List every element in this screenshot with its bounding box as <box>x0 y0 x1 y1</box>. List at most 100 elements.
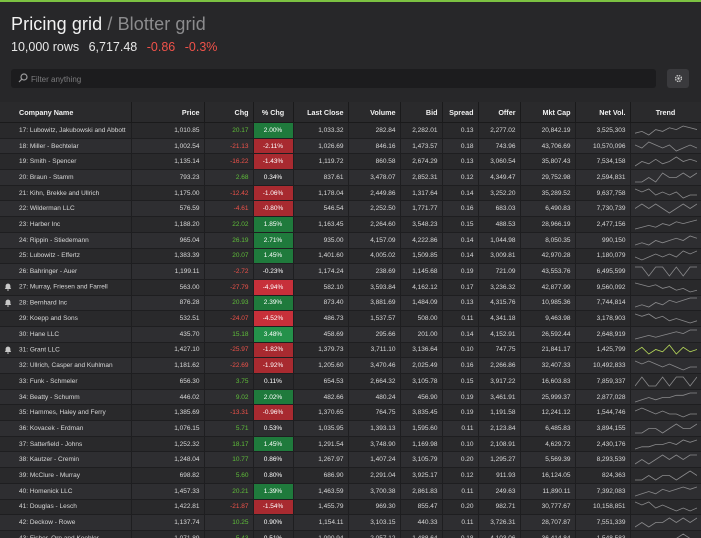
table-row[interactable]: 35: Hammes, Haley and Ferry 1,385.69 -13.3… <box>0 404 701 422</box>
filter-input[interactable] <box>29 70 633 88</box>
last-close-cell: 546.54 <box>293 200 349 218</box>
trend-cell <box>630 420 701 437</box>
table-row[interactable]: 32: Ullrich, Casper and Kuhlman 1,181.62-… <box>0 357 701 374</box>
last-close-cell: 1,291.54 <box>293 436 349 453</box>
price-cell: 1,199.11 <box>131 263 205 280</box>
table-row[interactable]: 29: Koepp and Sons 532.51 -24.07 -4.52% 486.… <box>0 310 701 327</box>
company-name-text: 37: Satterfield - Johns <box>19 440 83 448</box>
company-name-text: 39: McClure - Murray <box>19 471 81 479</box>
price-cell: 698.82 <box>131 467 205 484</box>
top-accent-bar <box>0 0 701 2</box>
col-header-company[interactable]: Company Name <box>0 102 132 123</box>
table-row[interactable]: 31: Grant LLC 1,427.10 -25.97 -1.82% 1,379.7… <box>0 342 701 359</box>
company-name-text: 30: Hane LLC <box>19 330 60 338</box>
last-close-cell: 686.90 <box>293 467 349 484</box>
chg-cell: -25.97 <box>204 342 254 359</box>
trend-cell <box>630 357 701 374</box>
table-row[interactable]: 34: Beatty - Schumm 446.02 9.02 2.02% 482.66… <box>0 389 701 406</box>
trend-sparkline <box>634 470 697 481</box>
company-name-cell: 42: Deckow - Rowe <box>0 514 132 531</box>
table-row[interactable]: 28: Bernhard Inc 876.28 20.93 2.39% 873.40 3,… <box>0 295 701 312</box>
col-header-net-vol[interactable]: Net Vol. <box>575 102 631 123</box>
trend-cell <box>630 138 701 155</box>
table-row[interactable]: 21: Kihn, Brekke and Ullrich 1,175.00 -12.… <box>0 185 701 202</box>
trend-cell <box>630 279 701 296</box>
table-row[interactable]: 27: Murray, Friesen and Farrell 563.00 -27… <box>0 279 701 296</box>
table-row[interactable]: 22: Wilderman LLC 576.59 -4.61 -0.80% 546.54… <box>0 200 701 218</box>
table-row[interactable]: 36: Kovacek - Erdman 1,076.15 5.71 0.53% 1,0… <box>0 420 701 437</box>
table-row[interactable]: 30: Hane LLC 435.70 15.18 3.48% 458.69 295.66… <box>0 326 701 343</box>
table-row[interactable]: 24: Rippin - Stiedemann 965.04 26.19 2.71% 9… <box>0 232 701 249</box>
bid-cell: 456.90 <box>400 389 443 406</box>
price-cell: 656.30 <box>131 373 205 390</box>
company-name-cell: 36: Kovacek - Erdman <box>0 420 132 437</box>
table-row[interactable]: 18: Miller - Bechtelar 1,002.54 -21.13 -2.1… <box>0 138 701 155</box>
table-row[interactable]: 37: Satterfield - Johns 1,252.32 18.17 1.45… <box>0 436 701 453</box>
table-row[interactable]: 43: Fisher, Orn and Keebler1,071.895.430… <box>0 530 701 538</box>
table-row[interactable]: 19: Smith - Spencer 1,135.14 -16.22 -1.43% 1… <box>0 153 701 171</box>
company-name-text: 21: Kihn, Brekke and Ullrich <box>19 189 100 197</box>
mkt-cap-cell: 28,966.19 <box>520 216 576 233</box>
spread-cell: 0.14 <box>442 185 479 202</box>
bid-cell: 1,484.09 <box>400 295 443 312</box>
price-cell: 532.51 <box>131 310 205 327</box>
company-name-text: 40: Homenick LLC <box>19 487 73 495</box>
volume-cell: 2,252.50 <box>348 200 401 218</box>
table-row[interactable]: 33: Funk - Schmeler 656.30 3.75 0.11% 654.53… <box>0 373 701 390</box>
company-name-text: 36: Kovacek - Erdman <box>19 424 84 432</box>
trend-sparkline <box>634 188 697 199</box>
table-row[interactable]: 20: Braun - Stamm 793.23 2.68 0.34% 837.61 3,… <box>0 169 701 186</box>
table-row[interactable]: 38: Kautzer - Cremin 1,248.04 10.77 0.86% 1,… <box>0 451 701 469</box>
table-row[interactable]: 42: Deckow - Rowe 1,137.74 10.25 0.90% 1,154… <box>0 514 701 531</box>
bell-icon[interactable] <box>4 346 12 354</box>
table-row[interactable]: 23: Harber Inc 1,188.20 22.02 1.85% 1,163.45… <box>0 216 701 233</box>
price-cell: 876.28 <box>131 295 205 312</box>
volume-cell: 2,291.04 <box>348 467 401 484</box>
offer-cell: 2,123.84 <box>478 420 521 437</box>
trend-sparkline <box>634 313 697 324</box>
net-vol-cell: 2,430,176 <box>575 436 631 453</box>
col-header-spread[interactable]: Spread <box>442 102 479 123</box>
pct-chg-cell: 0.53% <box>253 420 294 437</box>
bid-cell: 1,771.77 <box>400 200 443 218</box>
pct-chg-cell: 2.00% <box>253 122 294 139</box>
price-cell: 1,002.54 <box>131 138 205 155</box>
bid-cell: 4,222.86 <box>400 232 443 249</box>
volume-cell: 969.30 <box>348 499 401 516</box>
offer-cell: 1,044.98 <box>478 232 521 249</box>
table-row[interactable]: 25: Lubowitz - Effertz 1,383.39 20.07 1.45%… <box>0 248 701 265</box>
pct-chg-cell: 2.39% <box>253 295 294 312</box>
trend-sparkline <box>634 141 697 151</box>
col-header-volume[interactable]: Volume <box>348 102 401 123</box>
col-header-bid[interactable]: Bid <box>400 102 443 123</box>
pct-chg-cell: 0.80% <box>253 467 294 484</box>
volume-cell: 282.84 <box>348 122 401 139</box>
col-header-price[interactable]: Price <box>131 102 205 123</box>
index-change: -0.86 <box>146 40 176 54</box>
col-header-mkt-cap[interactable]: Mkt Cap <box>520 102 576 123</box>
pct-chg-cell: -4.94% <box>253 279 294 296</box>
spread-cell: 0.17 <box>442 279 479 296</box>
table-row[interactable]: 26: Bahringer - Auer 1,199.11 -2.72 -0.23% 1… <box>0 263 701 280</box>
settings-button[interactable] <box>667 69 689 88</box>
bid-cell: 1,473.57 <box>400 138 443 155</box>
table-row[interactable]: 17: Lubowitz, Jakubowski and Abbott 1,010… <box>0 122 701 139</box>
price-cell: 1,427.10 <box>131 342 205 359</box>
trend-cell <box>630 310 701 327</box>
col-header-last-close[interactable]: Last Close <box>293 102 349 123</box>
bell-icon[interactable] <box>4 299 12 307</box>
table-row[interactable]: 41: Douglas - Lesch 1,422.81 -21.87 -1.54% 1… <box>0 499 701 516</box>
net-vol-cell: 990,150 <box>575 232 631 249</box>
bell-icon[interactable] <box>4 283 12 292</box>
col-header-pct-chg[interactable]: % Chg <box>253 102 294 123</box>
table-row[interactable]: 39: McClure - Murray 698.82 5.60 0.80% 686.9… <box>0 467 701 484</box>
header-row: Company Name Price Chg % Chg Last Close … <box>0 102 701 123</box>
table-row[interactable]: 40: Homenick LLC 1,457.33 20.21 1.39% 1,463.… <box>0 483 701 500</box>
col-header-trend[interactable]: Trend <box>630 102 701 123</box>
chg-cell: 22.02 <box>204 216 254 233</box>
trend-cell <box>630 248 701 265</box>
col-header-chg[interactable]: Chg <box>204 102 254 123</box>
last-close-cell: 1,090.94 <box>293 530 349 538</box>
mkt-cap-cell: 16,124.05 <box>520 467 576 484</box>
col-header-offer[interactable]: Offer <box>478 102 521 123</box>
